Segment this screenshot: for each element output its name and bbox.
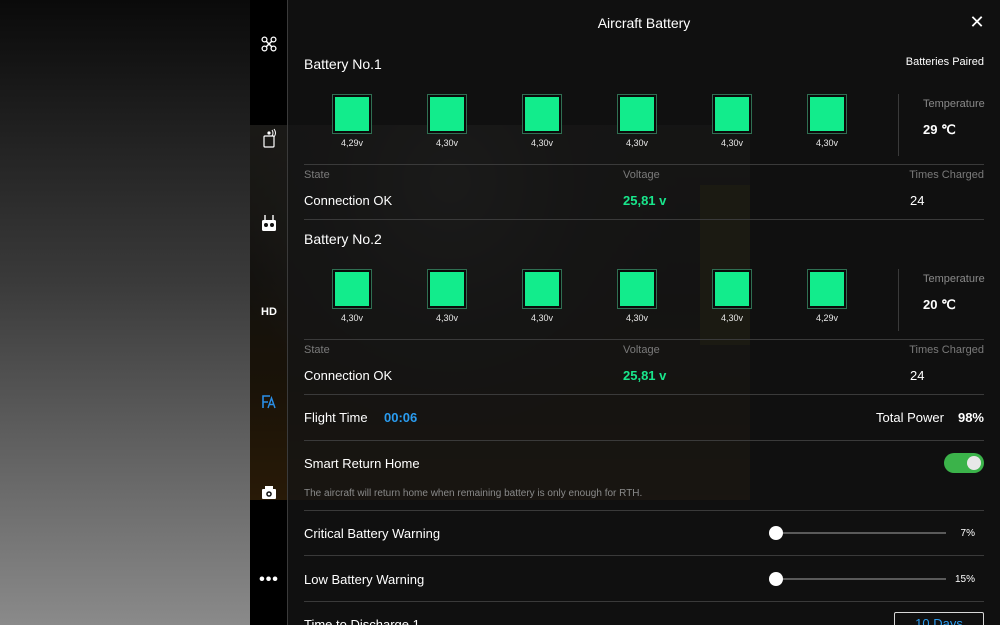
cell-indicator: [712, 94, 752, 134]
cell-voltage: 4,30v: [435, 138, 459, 148]
flight-time-value: 00:06: [384, 410, 418, 425]
critical-battery-warning-label: Critical Battery Warning: [304, 526, 441, 541]
time-to-discharge-label: Time to Discharge 1: [304, 617, 420, 625]
battery-1-cells: 4,29v 4,30v 4,30v 4,30v 4,30v 4,30v: [332, 94, 892, 155]
cell-indicator: [617, 94, 657, 134]
signal-icon[interactable]: [250, 124, 288, 152]
cell-voltage: 4,30v: [530, 138, 554, 148]
total-power-label: Total Power: [876, 410, 944, 425]
cell-indicator: [332, 94, 372, 134]
cell: 4,30v: [522, 269, 562, 323]
batteries-paired-status: Batteries Paired: [905, 56, 984, 68]
battery-1-title: Battery No.1: [304, 56, 382, 72]
cell-indicator: [617, 269, 657, 309]
close-icon[interactable]: ✕: [968, 13, 986, 31]
battery-2-cells: 4,30v 4,30v 4,30v 4,30v 4,30v 4,29v: [332, 269, 892, 330]
cell: 4,30v: [712, 94, 752, 148]
divider: [304, 164, 984, 165]
cell: 4,30v: [617, 94, 657, 148]
temperature-label: Temperature: [923, 98, 985, 110]
divider: [304, 339, 984, 340]
low-battery-value: 15%: [954, 574, 975, 585]
cell-voltage: 4,30v: [625, 313, 649, 323]
cell: 4,30v: [617, 269, 657, 323]
voltage-value: 25,81 v: [623, 193, 667, 208]
cell-voltage: 4,30v: [720, 313, 744, 323]
smart-return-home-description: The aircraft will return home when remai…: [304, 488, 643, 499]
settings-sidebar: HD •••: [250, 0, 288, 625]
cell: 4,30v: [807, 94, 847, 148]
battery-icon[interactable]: [250, 388, 288, 416]
cell: 4,30v: [712, 269, 752, 323]
cell-indicator: [332, 269, 372, 309]
cell-indicator: [522, 94, 562, 134]
cell: 4,30v: [427, 94, 467, 148]
remote-controller-icon[interactable]: [250, 209, 288, 237]
low-battery-slider-handle[interactable]: [769, 572, 783, 586]
cell: 4,30v: [427, 269, 467, 323]
voltage-value: 25,81 v: [623, 368, 667, 383]
divider: [304, 510, 984, 511]
times-charged-label: Times Charged: [909, 344, 984, 356]
cell: 4,29v: [807, 269, 847, 323]
voltage-label: Voltage: [623, 344, 660, 356]
critical-battery-value: 7%: [960, 528, 975, 539]
times-charged-label: Times Charged: [909, 169, 984, 181]
cell-indicator: [522, 269, 562, 309]
cell-voltage: 4,29v: [340, 138, 364, 148]
temperature-value: 29 ℃: [923, 122, 956, 137]
critical-battery-slider-handle[interactable]: [769, 526, 783, 540]
times-charged-value: 24: [910, 193, 925, 208]
smart-return-home-label: Smart Return Home: [304, 456, 420, 471]
critical-battery-slider[interactable]: [776, 532, 946, 534]
cell-voltage: 4,30v: [340, 313, 364, 323]
temperature-label: Temperature: [923, 273, 985, 285]
cell-indicator: [712, 269, 752, 309]
battery-2-temperature: Temperature 20 ℃: [898, 269, 988, 331]
voltage-label: Voltage: [623, 169, 660, 181]
cell-voltage: 4,30v: [720, 138, 744, 148]
low-battery-warning-label: Low Battery Warning: [304, 572, 425, 587]
times-charged-value: 24: [910, 368, 925, 383]
cell-voltage: 4,29v: [815, 313, 839, 323]
flight-time-label: Flight Time: [304, 410, 368, 425]
divider: [304, 219, 984, 220]
cell-indicator: [427, 94, 467, 134]
hd-label[interactable]: HD: [250, 298, 288, 326]
cell-voltage: 4,30v: [530, 313, 554, 323]
divider: [304, 440, 984, 441]
battery-2-title: Battery No.2: [304, 231, 382, 247]
battery-panel: Aircraft Battery ✕ Battery No.1 Batterie…: [288, 0, 1000, 625]
toggle-knob: [967, 456, 981, 470]
cell: 4,29v: [332, 94, 372, 148]
state-value: Connection OK: [304, 368, 393, 383]
temperature-value: 20 ℃: [923, 297, 956, 312]
camera-icon[interactable]: [250, 478, 288, 506]
state-label: State: [304, 169, 330, 181]
state-value: Connection OK: [304, 193, 393, 208]
camera-background: [0, 0, 250, 625]
cell-indicator: [427, 269, 467, 309]
divider: [304, 601, 984, 602]
cell-indicator: [807, 269, 847, 309]
cell-indicator: [807, 94, 847, 134]
divider: [304, 394, 984, 395]
divider: [304, 555, 984, 556]
cell-voltage: 4,30v: [435, 313, 459, 323]
battery-1-temperature: Temperature 29 ℃: [898, 94, 988, 156]
more-icon[interactable]: •••: [250, 566, 288, 594]
aircraft-icon[interactable]: [250, 30, 288, 58]
smart-return-home-toggle[interactable]: [944, 453, 984, 473]
cell-voltage: 4,30v: [625, 138, 649, 148]
cell-voltage: 4,30v: [815, 138, 839, 148]
discharge-days-button[interactable]: 10 Days: [894, 612, 984, 625]
page-title: Aircraft Battery: [597, 15, 691, 31]
low-battery-slider[interactable]: [776, 578, 946, 580]
total-power-value: 98%: [957, 410, 984, 425]
cell: 4,30v: [332, 269, 372, 323]
state-label: State: [304, 344, 330, 356]
cell: 4,30v: [522, 94, 562, 148]
